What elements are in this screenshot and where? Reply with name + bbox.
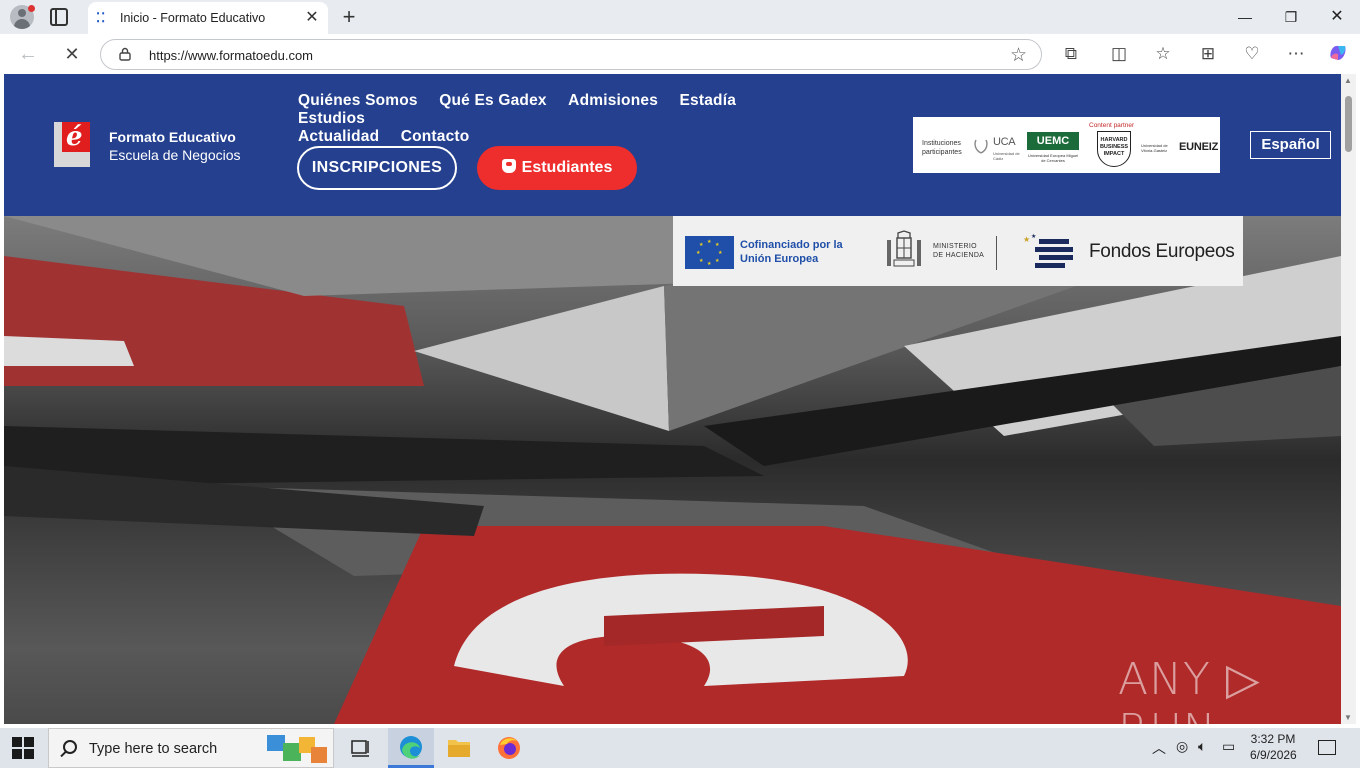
site-header: é Formato Educativo Escuela de Negocios … — [4, 74, 1341, 216]
new-tab-icon[interactable]: + — [338, 4, 360, 30]
harvard-business-impact-logo: HARVARD BUSINESS IMPACT — [1097, 131, 1131, 167]
scroll-thumb[interactable] — [1345, 96, 1352, 152]
eu-flag-icon: ★ ★ ★ ★ ★ ★ ★ ★ — [685, 236, 734, 269]
clock-time: 3:32 PM — [1250, 732, 1296, 746]
language-selector[interactable]: Español — [1250, 131, 1331, 159]
inscripciones-button[interactable]: INSCRIPCIONES — [297, 146, 457, 190]
copilot-icon[interactable] — [1326, 42, 1350, 66]
taskbar-clock[interactable]: 3:32 PM 6/9/2026 — [1250, 731, 1297, 763]
uca-logo: UCA — [993, 136, 1016, 148]
euneiz-subtitle: Universidad de Vitoria-Gasteiz — [1141, 143, 1168, 153]
uca-subtitle: Universidad de Cádiz — [993, 151, 1020, 161]
page-scrollbar[interactable]: ▲ ▼ — [1341, 74, 1356, 724]
browser-essentials-icon[interactable]: ♡ — [1240, 42, 1264, 66]
anyrun-watermark: ANY ▷ RUN — [1118, 654, 1261, 724]
clock-date: 6/9/2026 — [1250, 748, 1297, 762]
nav-admisiones[interactable]: Admisiones — [568, 93, 658, 109]
restore-icon[interactable]: ❐ — [1268, 0, 1314, 34]
minimize-icon[interactable]: — — [1222, 0, 1268, 34]
nav-estadia[interactable]: Estadía — [679, 93, 736, 109]
collections-icon[interactable]: ⊞ — [1196, 42, 1220, 66]
logo-tagline: Escuela de Negocios — [109, 147, 241, 163]
estudiantes-label: Estudiantes — [521, 159, 613, 176]
fondos-europeos-text: Fondos Europeos — [1089, 241, 1235, 262]
content-partner-label: Content partner — [1089, 122, 1135, 129]
firefox-icon[interactable] — [486, 728, 532, 768]
logo-name[interactable]: Formato Educativo — [109, 129, 236, 145]
uemc-subtitle: Universidad Europea Miguel de Cervantes — [1027, 153, 1079, 163]
laurel-icon — [974, 139, 988, 154]
ministerio-hacienda-text: MINISTERIO DE HACIENDA — [933, 243, 985, 259]
lock-icon[interactable] — [119, 47, 131, 61]
favorites-icon[interactable]: ☆ — [1151, 42, 1175, 66]
notification-dot — [28, 5, 35, 12]
url-text[interactable]: https://www.formatoedu.com — [149, 48, 313, 63]
chevron-up-icon[interactable]: ︿ — [1152, 738, 1166, 758]
nav-quienes-somos[interactable]: Quiénes Somos — [298, 93, 418, 109]
euneiz-logo: EUNEIZ — [1179, 141, 1219, 153]
file-explorer-icon[interactable] — [436, 728, 482, 768]
split-screen-icon[interactable]: ◫ — [1107, 42, 1131, 66]
page-viewport: é Formato Educativo Escuela de Negocios … — [4, 74, 1341, 724]
tab-title: Inicio - Formato Educativo — [120, 11, 266, 25]
loading-icon: ⁚⁚ — [96, 10, 107, 25]
tab-actions-icon[interactable] — [50, 8, 68, 26]
hero-photo — [4, 216, 1341, 724]
site-logo[interactable]: é — [54, 122, 90, 167]
tab-bar: ⁚⁚ Inicio - Formato Educativo ✕ + — ❐ ✕ — [0, 0, 1360, 34]
nav-contacto[interactable]: Contacto — [401, 129, 470, 145]
nav-que-es-gadex[interactable]: Qué Es Gadex — [439, 93, 547, 109]
edge-taskbar-icon[interactable] — [388, 728, 434, 768]
partners-label: Instituciones participantes — [922, 140, 962, 156]
taskbar: Type here to search ︿ ◎ 🔈︎ ▭ 3:32 PM 6/9… — [0, 728, 1360, 768]
browser-toolbar: ← ✕ https://www.formatoedu.com ☆ ⧉ ◫ ☆ ⊞… — [0, 34, 1360, 74]
search-highlight-icon — [267, 735, 327, 763]
svg-text:★: ★ — [1023, 235, 1030, 244]
svg-text:★: ★ — [1031, 233, 1036, 240]
logo-letter: é — [66, 122, 83, 152]
spain-coat-of-arms-icon — [887, 230, 921, 267]
scroll-down-icon[interactable]: ▼ — [1344, 713, 1352, 722]
task-view-icon[interactable] — [338, 728, 384, 768]
nav-estudios[interactable]: Estudios — [298, 111, 365, 127]
hero-image — [4, 216, 1341, 724]
address-bar[interactable]: https://www.formatoedu.com ☆ — [100, 39, 1042, 70]
nav-actualidad[interactable]: Actualidad — [298, 129, 379, 145]
notifications-icon[interactable] — [1318, 740, 1336, 755]
main-nav: Quiénes Somos Qué Es Gadex Admisiones Es… — [298, 92, 838, 146]
stop-icon[interactable]: ✕ — [60, 42, 84, 66]
extensions-icon[interactable]: ⧉ — [1059, 42, 1083, 66]
student-icon — [501, 159, 516, 173]
windows-start-icon[interactable] — [12, 737, 34, 759]
volume-icon[interactable]: 🔈︎ — [1198, 738, 1206, 755]
scroll-up-icon[interactable]: ▲ — [1344, 76, 1352, 85]
network-icon[interactable]: ▭ — [1222, 738, 1235, 755]
fondos-europeos-icon: ★ ★ — [1023, 233, 1073, 268]
star-icon[interactable]: ☆ — [1010, 44, 1027, 67]
close-icon[interactable]: ✕ — [302, 8, 322, 28]
estudiantes-button[interactable]: Estudiantes — [477, 146, 637, 190]
partner-logos: Instituciones participantes UCA Universi… — [913, 117, 1220, 173]
search-placeholder: Type here to search — [89, 741, 218, 757]
window-close-icon[interactable]: ✕ — [1314, 0, 1360, 34]
back-icon[interactable]: ← — [16, 42, 40, 66]
cofinanciado-text: Cofinanciado por la Unión Europea — [740, 239, 843, 265]
eu-funding-banner: ★ ★ ★ ★ ★ ★ ★ ★ Cofinanciado por la Unión Eur… — [673, 216, 1243, 286]
more-icon[interactable]: ⋯ — [1284, 42, 1308, 66]
active-tab[interactable]: ⁚⁚ Inicio - Formato Educativo ✕ — [88, 2, 328, 34]
uemc-logo: UEMC — [1027, 132, 1079, 150]
system-tray: ︿ ◎ 🔈︎ ▭ — [1148, 728, 1248, 768]
search-icon — [63, 740, 77, 754]
taskbar-search-box[interactable]: Type here to search — [48, 728, 334, 768]
meet-now-icon[interactable]: ◎ — [1176, 738, 1188, 755]
